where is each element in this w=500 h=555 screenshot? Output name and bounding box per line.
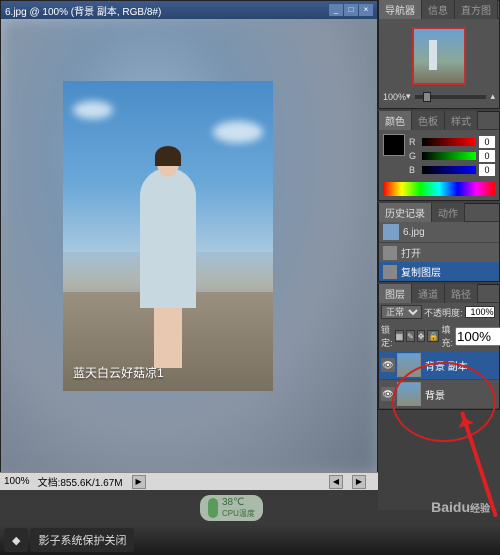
taskbar-app-shadow[interactable]: 影子系统保护关闭 (30, 528, 134, 552)
photo-caption: 蓝天白云好菇凉1 (73, 364, 164, 381)
g-slider[interactable] (422, 152, 476, 160)
visibility-eye-icon[interactable]: 👁 (381, 387, 395, 401)
fill-label: 填充: (441, 323, 453, 349)
info-arrow-icon[interactable]: ▶ (132, 475, 146, 489)
snapshot-name: 6.jpg (403, 227, 425, 238)
r-value[interactable]: 0 (479, 136, 495, 148)
watermark: Baidu经验 (431, 499, 490, 515)
color-spectrum[interactable] (383, 182, 495, 196)
close-button[interactable]: × (359, 4, 373, 16)
b-label: B (409, 165, 419, 175)
history-snapshot[interactable]: 6.jpg (379, 222, 499, 243)
blend-mode-select[interactable]: 正常 (381, 305, 422, 319)
layer-row-background[interactable]: 👁 背景 (379, 380, 499, 409)
lock-label: 锁定: (381, 323, 393, 349)
b-slider[interactable] (422, 166, 476, 174)
layer-name: 背景 (425, 387, 445, 402)
zoom-value[interactable]: 100% (4, 476, 30, 487)
tab-channels[interactable]: 通道 (412, 284, 445, 303)
tab-paths[interactable]: 路径 (445, 284, 478, 303)
minimize-button[interactable]: _ (329, 4, 343, 16)
zoom-slider[interactable] (415, 95, 487, 99)
tab-info[interactable]: 信息 (422, 0, 455, 19)
tab-color[interactable]: 颜色 (379, 111, 412, 130)
taskbar[interactable]: ◆ 影子系统保护关闭 (0, 525, 500, 555)
canvas[interactable]: 蓝天白云好菇凉1 (1, 19, 377, 473)
fill-input[interactable] (455, 327, 500, 346)
maximize-button[interactable]: □ (344, 4, 358, 16)
lock-move-icon[interactable]: ✥ (417, 330, 426, 342)
lock-transparency-icon[interactable]: ▦ (395, 330, 405, 342)
lock-all-icon[interactable]: 🔒 (427, 330, 439, 342)
navigator-panel: 导航器 信息 直方图 100% ▾ ▴ (378, 0, 500, 109)
temp-label: CPU温度 (222, 508, 255, 519)
scroll-right-icon[interactable]: ▶ (352, 475, 366, 489)
tab-navigator[interactable]: 导航器 (379, 0, 422, 19)
history-item-open[interactable]: 打开 (379, 243, 499, 262)
document-title-bar[interactable]: 6.jpg @ 100% (背景 副本, RGB/8#) _ □ × (1, 1, 377, 19)
snapshot-thumb (383, 224, 399, 240)
duplicate-layer-icon (383, 265, 397, 279)
r-slider[interactable] (422, 138, 476, 146)
panels-dock: 导航器 信息 直方图 100% ▾ ▴ 颜色 色板 样式 R 0 G 0 B 0 (378, 0, 500, 510)
r-label: R (409, 137, 419, 147)
layer-thumb (397, 353, 421, 377)
tab-histogram[interactable]: 直方图 (455, 0, 498, 19)
history-panel: 历史记录 动作 6.jpg 打开 复制图层 (378, 203, 500, 282)
tab-history[interactable]: 历史记录 (379, 203, 432, 222)
lock-brush-icon[interactable]: ✎ (406, 330, 415, 342)
document-title: 6.jpg @ 100% (背景 副本, RGB/8#) (5, 3, 161, 18)
temp-value: 38℃ (222, 497, 255, 508)
zoom-in-icon[interactable]: ▴ (490, 91, 495, 102)
tab-layers[interactable]: 图层 (379, 284, 412, 303)
foreground-photo: 蓝天白云好菇凉1 (63, 81, 273, 391)
tab-styles[interactable]: 样式 (445, 111, 478, 130)
visibility-eye-icon[interactable]: 👁 (381, 358, 395, 372)
document-window: 6.jpg @ 100% (背景 副本, RGB/8#) _ □ × 蓝天白云好… (0, 0, 378, 490)
g-label: G (409, 151, 419, 161)
thermometer-icon (208, 498, 218, 518)
opacity-label: 不透明度: (424, 306, 463, 319)
layer-name: 背景 副本 (425, 358, 468, 373)
color-panel: 颜色 色板 样式 R 0 G 0 B 0 (378, 111, 500, 201)
b-value[interactable]: 0 (479, 164, 495, 176)
history-item-duplicate[interactable]: 复制图层 (379, 262, 499, 281)
temperature-widget[interactable]: 38℃ CPU温度 (200, 495, 263, 521)
open-icon (383, 246, 397, 260)
layer-thumb (397, 382, 421, 406)
navigator-thumbnail[interactable] (412, 27, 466, 85)
tab-actions[interactable]: 动作 (432, 203, 465, 222)
layer-row-copy[interactable]: 👁 背景 副本 (379, 351, 499, 380)
foreground-swatch[interactable] (383, 134, 405, 156)
doc-info: 文档:855.6K/1.67M (38, 474, 123, 489)
opacity-input[interactable] (465, 306, 495, 318)
scroll-left-icon[interactable]: ◀ (329, 475, 343, 489)
navigator-zoom[interactable]: 100% (383, 92, 406, 102)
tab-swatches[interactable]: 色板 (412, 111, 445, 130)
layers-panel: 图层 通道 路径 正常 不透明度: 锁定: ▦ ✎ ✥ 🔒 填充: 👁 背景 副… (378, 284, 500, 410)
zoom-out-icon[interactable]: ▾ (406, 91, 411, 102)
start-button[interactable]: ◆ (4, 528, 28, 552)
g-value[interactable]: 0 (479, 150, 495, 162)
status-bar: 100% 文档:855.6K/1.67M ▶ ◀ ▶ (0, 472, 378, 490)
